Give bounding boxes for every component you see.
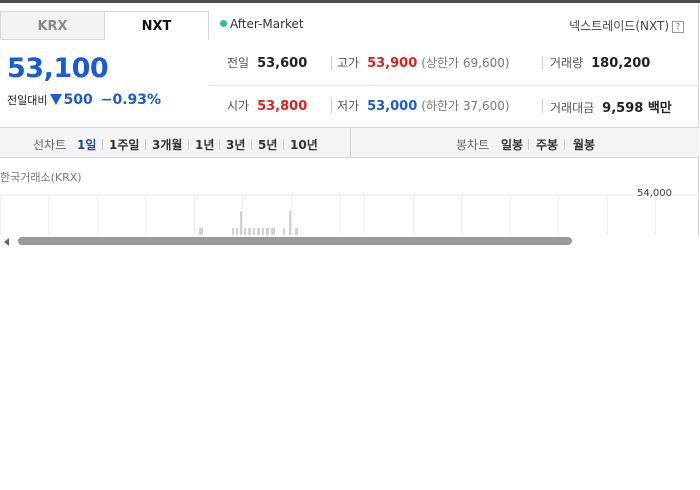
- period-1d[interactable]: 1일: [77, 136, 96, 153]
- period-1w[interactable]: 1주일: [109, 136, 139, 153]
- period-1y[interactable]: 1년: [195, 136, 214, 153]
- down-triangle-icon: [50, 94, 63, 105]
- period-sep: [251, 139, 252, 150]
- scroll-left-arrow-icon[interactable]: [4, 238, 9, 246]
- change-value: 500: [63, 92, 93, 108]
- scrollbar-thumb[interactable]: [18, 237, 572, 245]
- divider: [331, 56, 332, 70]
- candle-monthly[interactable]: 월봉: [573, 136, 595, 153]
- period-divider: [350, 127, 351, 158]
- period-sep: [145, 139, 146, 150]
- divider: [331, 99, 332, 113]
- change-rate: −0.93%: [100, 92, 162, 108]
- divider: [542, 99, 543, 113]
- divider: [542, 56, 543, 70]
- nxt-link-label: 넥스트레이드(NXT): [569, 19, 669, 33]
- session-label: After-Market: [230, 17, 304, 31]
- period-sep: [564, 139, 565, 150]
- period-sep: [528, 139, 529, 150]
- row-divider: [209, 85, 699, 86]
- stat-prev-close: 전일 53,600: [227, 56, 308, 71]
- candle-chart-label: 봉차트: [456, 138, 490, 152]
- session-indicator: After-Market: [220, 17, 304, 31]
- period-10y[interactable]: 10년: [290, 136, 318, 153]
- candle-daily[interactable]: 일봉: [501, 136, 523, 153]
- status-dot-icon: [220, 20, 227, 27]
- period-sep: [102, 139, 103, 150]
- period-3m[interactable]: 3개월: [152, 136, 182, 153]
- price-chart[interactable]: [0, 188, 699, 235]
- help-icon[interactable]: ?: [672, 21, 684, 33]
- price-change: 전일대비 500 −0.93%: [7, 92, 161, 108]
- period-sep: [283, 139, 284, 150]
- period-5y[interactable]: 5년: [258, 136, 277, 153]
- stat-open: 시가 53,800: [227, 99, 308, 114]
- stat-high: 고가 53,900 (상한가 69,600): [337, 56, 510, 71]
- tab-krx[interactable]: KRX: [0, 11, 105, 40]
- tab-nxt[interactable]: NXT: [104, 11, 209, 40]
- nxt-link[interactable]: 넥스트레이드(NXT)?: [569, 17, 684, 34]
- candle-weekly[interactable]: 주봉: [536, 136, 558, 153]
- current-price: 53,100: [7, 53, 109, 84]
- stat-amount: 거래대금 9,598 백만: [550, 101, 672, 116]
- stat-low: 저가 53,000 (하한가 37,600): [337, 99, 510, 114]
- change-label: 전일대비: [7, 94, 48, 107]
- period-sep: [188, 139, 189, 150]
- period-sep: [219, 139, 220, 150]
- exchange-label: 한국거래소(KRX): [0, 171, 82, 184]
- line-chart-label: 선차트: [33, 138, 67, 152]
- y-axis-tick: 54,000: [637, 188, 672, 199]
- period-3y[interactable]: 3년: [226, 136, 245, 153]
- stat-volume: 거래량 180,200: [550, 56, 651, 71]
